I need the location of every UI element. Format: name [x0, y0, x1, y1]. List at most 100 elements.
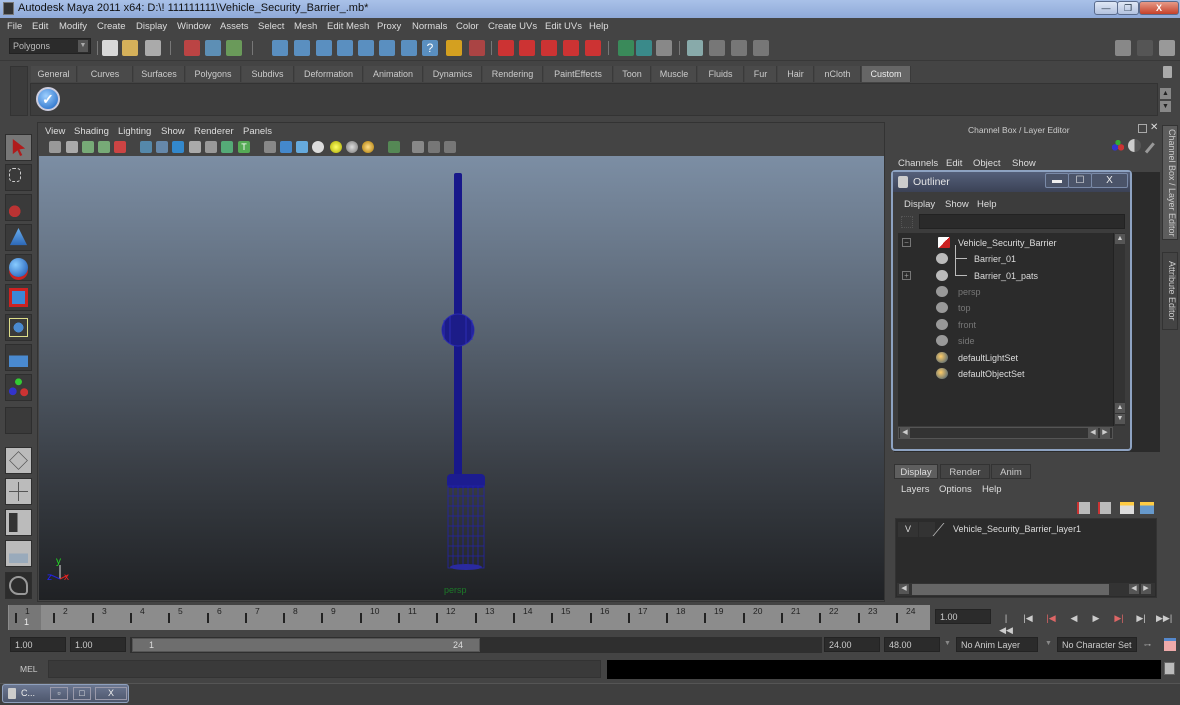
close-icon[interactable]: X — [95, 687, 127, 700]
scroll-left-icon[interactable]: ◀ — [1129, 584, 1139, 594]
anim-layer-dropdown[interactable]: No Anim Layer — [956, 637, 1038, 652]
scroll-left-icon[interactable]: ◀ — [1088, 428, 1098, 438]
outliner-menu-show[interactable]: Show — [945, 199, 969, 210]
persp-graph-layout[interactable] — [5, 540, 32, 567]
select-by-component-icon[interactable] — [226, 40, 242, 56]
minimized-window[interactable]: C... ▫ □ X — [2, 684, 129, 703]
shelf-tab-polygons[interactable]: Polygons — [186, 66, 241, 82]
viewport-menu-lighting[interactable]: Lighting — [118, 126, 151, 137]
four-view-layout[interactable] — [5, 478, 32, 505]
layer-tab-anim[interactable]: Anim — [991, 464, 1031, 479]
shelf-tab-curves[interactable]: Curves — [78, 66, 133, 82]
outliner-item-default-object-set[interactable]: defaultObjectSet — [898, 366, 1113, 382]
default-lighting-icon[interactable] — [330, 141, 342, 153]
viewport-menu-renderer[interactable]: Renderer — [194, 126, 234, 137]
menu-select[interactable]: Select — [258, 21, 284, 32]
show-attribute-editor-icon[interactable] — [1115, 40, 1131, 56]
shelf-tab-toon[interactable]: Toon — [614, 66, 651, 82]
shelf-tab-muscle[interactable]: Muscle — [652, 66, 697, 82]
rotate-tool[interactable] — [5, 284, 32, 311]
ipr-render-icon[interactable] — [709, 40, 725, 56]
create-layer-from-selected-icon[interactable] — [1098, 502, 1111, 514]
expand-icon[interactable]: + — [902, 271, 911, 280]
construction-history-icon[interactable] — [656, 40, 672, 56]
shelf-tab-fluids[interactable]: Fluids — [698, 66, 744, 82]
camera-select-icon[interactable] — [49, 141, 61, 153]
manipulator-axes-icon[interactable] — [1112, 139, 1124, 151]
shelf-tab-fur[interactable]: Fur — [745, 66, 777, 82]
select-tool[interactable] — [5, 134, 32, 161]
menu-help[interactable]: Help — [589, 21, 609, 32]
new-scene-icon[interactable] — [102, 40, 118, 56]
shelf-tab-hair[interactable]: Hair — [778, 66, 814, 82]
menu-edit-mesh[interactable]: Edit Mesh — [327, 21, 369, 32]
snap-view-plane-icon[interactable] — [337, 40, 353, 56]
character-set-dropdown[interactable]: No Character Set — [1057, 637, 1137, 652]
float-panel-icon[interactable] — [1138, 124, 1147, 133]
maya-logo-button[interactable] — [5, 572, 32, 599]
channel-menu-object[interactable]: Object — [973, 158, 1000, 169]
current-time-field[interactable]: 1.00 — [935, 609, 991, 624]
outliner-maximize-button[interactable]: ☐ — [1068, 173, 1092, 188]
layer-tab-render[interactable]: Render — [940, 464, 990, 479]
playback-start-time-field[interactable]: 1.00 — [70, 637, 126, 652]
scroll-left-icon[interactable]: ◀ — [899, 584, 909, 594]
new-layer-selected-icon[interactable] — [1140, 502, 1154, 514]
channel-menu-edit[interactable]: Edit — [946, 158, 962, 169]
save-scene-icon[interactable] — [145, 40, 161, 56]
viewport-menu-panels[interactable]: Panels — [243, 126, 272, 137]
shelf-scroll-down-icon[interactable]: ▼ — [1160, 101, 1171, 112]
outliner-close-button[interactable]: X — [1091, 173, 1128, 188]
show-manipulator-tool[interactable] — [5, 374, 32, 401]
soft-modification-tool[interactable] — [5, 224, 32, 251]
shelf-tab-general[interactable]: General — [31, 66, 77, 82]
shelf-menu-handle[interactable] — [10, 66, 28, 116]
close-button[interactable]: X — [1139, 1, 1179, 15]
outliner-horizontal-scrollbar[interactable]: ◀ ◀ ▶ — [898, 427, 1113, 439]
resolution-gate-icon[interactable] — [172, 141, 184, 153]
range-slider-handle[interactable] — [132, 638, 480, 652]
animation-start-time-field[interactable]: 1.00 — [10, 637, 66, 652]
lock-icon[interactable] — [446, 40, 462, 56]
menu-create-uvs[interactable]: Create UVs — [488, 21, 537, 32]
shelf-tab-painteffects[interactable]: PaintEffects — [544, 66, 613, 82]
close-panel-icon[interactable]: ✕ — [1150, 122, 1158, 133]
shelf-tab-subdivs[interactable]: Subdivs — [242, 66, 294, 82]
output-ops-icon[interactable] — [636, 40, 652, 56]
universal-manipulator-tool[interactable] — [5, 344, 32, 371]
magnet-curve-icon[interactable] — [519, 40, 535, 56]
outliner-item-barrier-01-pats[interactable]: + Barrier_01_pats — [898, 268, 1113, 284]
step-forward-frame-button[interactable]: ▶| — [1112, 612, 1126, 624]
animation-preferences-icon[interactable] — [1164, 638, 1176, 651]
render-settings-icon[interactable] — [731, 40, 747, 56]
field-chart-icon[interactable] — [205, 141, 217, 153]
layer-visibility-toggle[interactable]: V — [898, 522, 918, 537]
playback-end-time-field[interactable]: 24.00 — [824, 637, 880, 652]
outliner-item-top[interactable]: top — [898, 300, 1113, 316]
outliner-item-vehicle-security-barrier[interactable]: − Vehicle_Security_Barrier — [898, 235, 1113, 251]
select-mask-icon[interactable] — [469, 40, 485, 56]
render-frame-icon[interactable] — [687, 40, 703, 56]
show-channel-box-icon[interactable] — [1159, 40, 1175, 56]
channel-menu-channels[interactable]: Channels — [898, 158, 938, 169]
play-forward-button[interactable]: ▶ — [1089, 612, 1103, 624]
scroll-up-icon[interactable]: ▲ — [1115, 234, 1125, 244]
shelf-tab-custom[interactable]: Custom — [862, 66, 911, 82]
character-set-dropdown-arrow-icon[interactable]: ▼ — [1045, 640, 1052, 647]
menu-modify[interactable]: Modify — [59, 21, 87, 32]
layer-menu-help[interactable]: Help — [982, 484, 1002, 495]
gate-mask-icon[interactable] — [189, 141, 201, 153]
shelf-tab-rendering[interactable]: Rendering — [483, 66, 543, 82]
film-gate-icon[interactable] — [156, 141, 168, 153]
last-tool-used[interactable] — [5, 407, 32, 434]
snap-grid-icon[interactable] — [272, 40, 288, 56]
scroll-thumb[interactable] — [912, 584, 1109, 595]
select-by-hierarchy-icon[interactable] — [184, 40, 200, 56]
menu-window[interactable]: Window — [177, 21, 211, 32]
menu-color[interactable]: Color — [456, 21, 479, 32]
key-icon[interactable]: ⊶ — [1144, 641, 1151, 649]
outliner-item-front[interactable]: front — [898, 317, 1113, 333]
textured-icon[interactable] — [312, 141, 324, 153]
outliner-item-barrier-01[interactable]: Barrier_01 — [898, 251, 1113, 267]
menu-create[interactable]: Create — [97, 21, 126, 32]
